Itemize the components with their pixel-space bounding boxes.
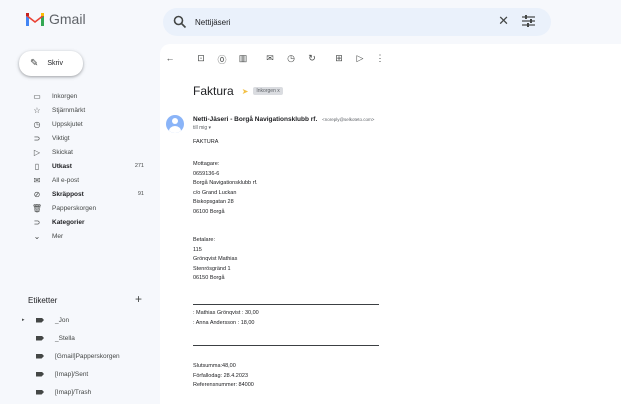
sender-name: Netti-Jäseri - Borgå Navigationsklubb rf…: [193, 116, 318, 123]
avatar: [166, 115, 184, 133]
draft-icon: ▯: [34, 161, 40, 171]
label-as-icon[interactable]: ▷: [354, 53, 366, 64]
betalare-block: Betalare: 115 Grönqvist Mathias Stenrösg…: [193, 237, 238, 281]
label-item[interactable]: _Stella: [0, 331, 158, 345]
nav-label: Skickat: [52, 148, 73, 156]
label-icon: [36, 335, 44, 341]
chevron-down-icon: ⌄: [33, 231, 41, 241]
nav-label: Skräppost: [52, 190, 84, 198]
label-icon: [36, 371, 44, 377]
trash-icon: 🗑: [31, 203, 43, 213]
sender-line: Netti-Jäseri - Borgå Navigationsklubb rf…: [193, 116, 374, 123]
categories-icon: ⊃: [33, 217, 41, 227]
back-arrow-icon[interactable]: ←: [164, 53, 176, 63]
mark-unread-icon[interactable]: ✉: [264, 53, 276, 64]
drafts-count: 271: [134, 163, 144, 169]
divider: [193, 304, 379, 305]
all-mail-icon: ✉: [33, 175, 41, 185]
labels-heading: Etiketter: [28, 296, 58, 305]
more-options-icon[interactable]: ⋮: [374, 53, 386, 64]
add-task-icon[interactable]: ↻: [306, 53, 318, 64]
nav-label: Stjärnmärkt: [52, 106, 86, 114]
search-options-icon[interactable]: [522, 15, 535, 27]
label-item[interactable]: ▸ _Jon: [0, 313, 158, 327]
top-bar: Gmail Nettijäseri ✕: [0, 0, 621, 44]
label-name: _Jon: [55, 316, 70, 324]
delete-icon[interactable]: ▥: [237, 53, 249, 64]
nav-item-inbox[interactable]: ▭ Inkorgen: [0, 89, 158, 103]
label-item[interactable]: [Imap]/Sent: [0, 367, 158, 381]
pencil-icon: ✎: [30, 58, 39, 69]
search-icon[interactable]: [173, 15, 187, 29]
nav-item-drafts[interactable]: ▯ Utkast 271: [0, 159, 158, 173]
send-icon: ▷: [33, 147, 41, 157]
spam-icon: ⊘: [33, 189, 41, 199]
nav-label: Viktigt: [52, 134, 70, 142]
move-to-icon[interactable]: ⊞: [333, 53, 345, 64]
nav-item-important[interactable]: ⊃ Viktigt: [0, 131, 158, 145]
nav-item-spam[interactable]: ⊘ Skräppost 91: [0, 187, 158, 201]
label-name: _Stella: [55, 334, 75, 342]
email-subject: Faktura: [193, 84, 234, 98]
email-subject-row: Faktura ➤ Inkorgen x: [193, 84, 283, 98]
nav-label: Inkorgen: [52, 92, 78, 100]
compose-button[interactable]: ✎ Skriv: [19, 51, 83, 76]
label-item[interactable]: [Gmail]Papperskorgen: [0, 349, 158, 363]
nav-item-categories[interactable]: ⊃ Kategorier: [0, 215, 158, 229]
sender-email: <noreply@selkoteto.com>: [322, 117, 375, 122]
archive-icon[interactable]: ⊡: [195, 53, 207, 64]
nav-label: Kategorier: [52, 218, 85, 226]
email-title: FAKTURA: [193, 139, 219, 145]
nav-item-more[interactable]: ⌄ Mer: [0, 229, 158, 243]
label-name: [Imap]/Sent: [55, 370, 89, 378]
add-label-icon[interactable]: +: [135, 292, 142, 306]
nav-label: Utkast: [52, 162, 72, 170]
nav-label: Uppskjutet: [52, 120, 83, 128]
search-input[interactable]: Nettijäseri: [195, 18, 231, 27]
label-name: [Imap]/Trash: [55, 388, 92, 396]
label-icon: [36, 353, 44, 359]
label-icon: [36, 389, 44, 395]
app-name: Gmail: [49, 11, 86, 27]
snooze-icon[interactable]: ◷: [285, 53, 297, 64]
clear-search-icon[interactable]: ✕: [498, 14, 509, 28]
label-icon: [36, 317, 44, 323]
nav-item-snoozed[interactable]: ◷ Uppskjutet: [0, 117, 158, 131]
inbox-icon: ▭: [33, 91, 41, 101]
nav-item-trash[interactable]: 🗑 Papperskorgen: [0, 201, 158, 215]
clock-icon: ◷: [33, 119, 41, 129]
label-name: [Gmail]Papperskorgen: [55, 352, 120, 360]
important-icon: ⊃: [33, 133, 41, 143]
nav-item-sent[interactable]: ▷ Skickat: [0, 145, 158, 159]
expand-icon[interactable]: ▸: [22, 317, 32, 323]
spam-count: 91: [137, 191, 144, 197]
mottagare-block: Mottagare: 0659136-6 Borgå Navigationskl…: [193, 161, 258, 215]
message-view: ← ⊡ ⓪ ▥ ✉ ◷ ↻ ⊞ ▷ ⋮ Faktura ➤ Inkorgen x…: [160, 44, 621, 404]
nav-item-all-mail[interactable]: ✉ All e-post: [0, 173, 158, 187]
nav-label: All e-post: [52, 176, 80, 184]
compose-label: Skriv: [47, 60, 63, 67]
invoice-rows: : Mathias Grönqvist : 30,00 : Anna Ander…: [193, 310, 259, 326]
nav-item-starred[interactable]: ☆ Stjärnmärkt: [0, 103, 158, 117]
invoice-summary: Slutsumma:48,00 Förfallodag: 28.4.2023 R…: [193, 363, 254, 388]
nav-label: Mer: [52, 232, 64, 240]
message-toolbar: ← ⊡ ⓪ ▥ ✉ ◷ ↻ ⊞ ▷ ⋮: [160, 44, 621, 76]
inbox-label-tag[interactable]: Inkorgen x: [253, 87, 283, 95]
important-marker-icon[interactable]: ➤: [242, 87, 249, 96]
gmail-logo[interactable]: Gmail: [26, 11, 86, 27]
recipient-dropdown[interactable]: till mig ▾: [193, 125, 211, 131]
report-spam-icon[interactable]: ⓪: [216, 53, 228, 66]
divider: [193, 345, 379, 346]
nav-label: Papperskorgen: [52, 204, 97, 212]
search-bar[interactable]: Nettijäseri ✕: [163, 8, 551, 36]
label-item[interactable]: [Imap]/Trash: [0, 385, 158, 399]
star-icon: ☆: [33, 105, 41, 115]
gmail-logo-icon: [26, 13, 44, 26]
